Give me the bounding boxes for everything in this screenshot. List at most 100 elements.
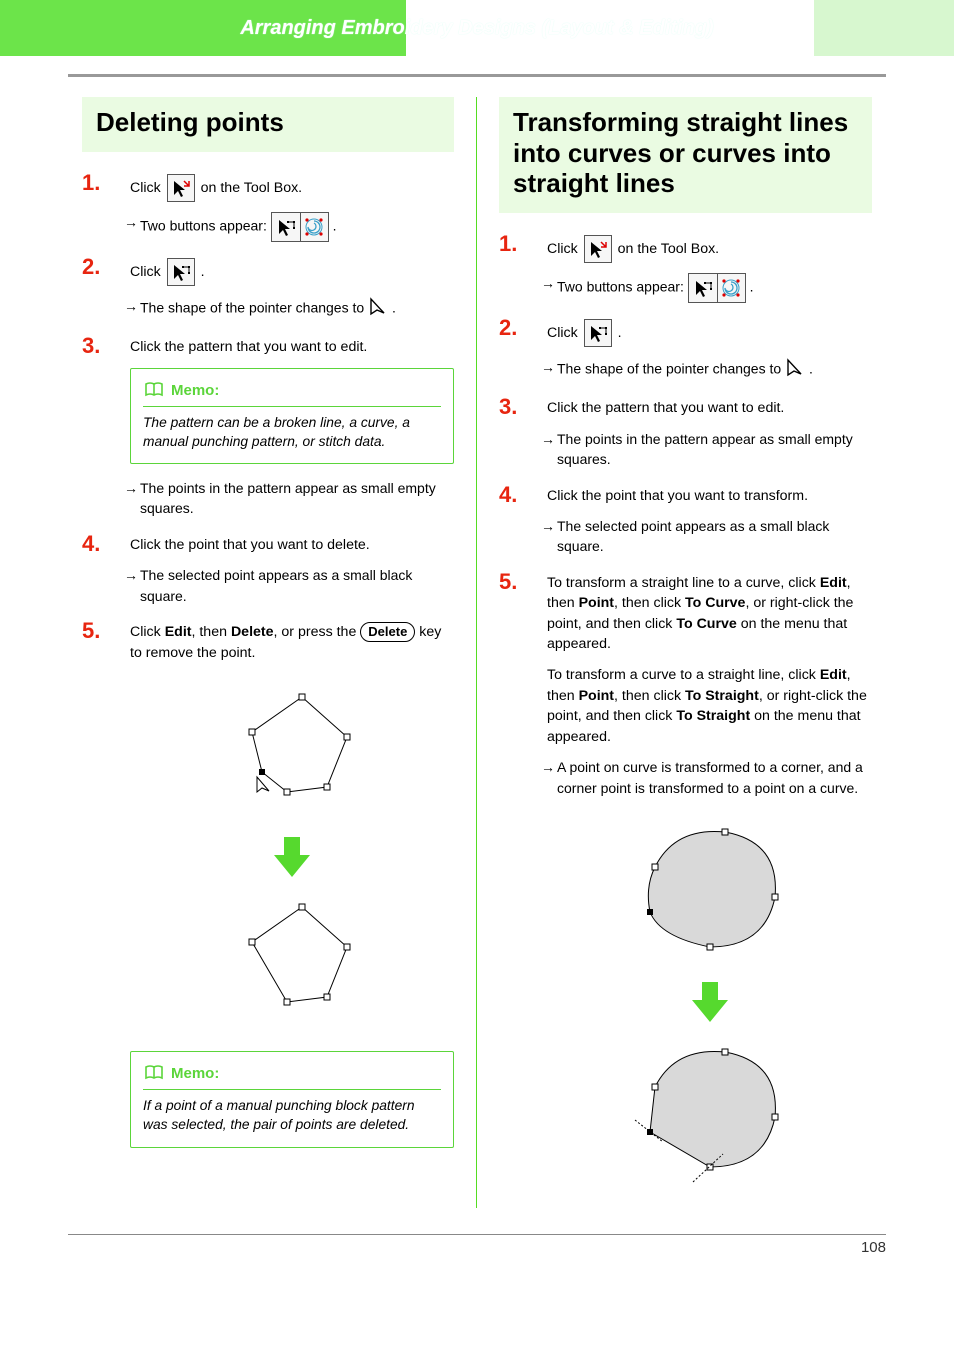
memo-body: If a point of a manual punching block pa… <box>143 1096 441 1135</box>
point-edit-icon <box>689 274 717 302</box>
step-number: 4. <box>499 482 517 508</box>
figure-delete-point <box>130 677 454 1037</box>
text: The selected point appears as a small bl… <box>130 565 454 606</box>
book-icon <box>143 1062 163 1085</box>
text-bold: Edit <box>165 624 192 640</box>
text: Click <box>547 325 582 341</box>
polygon-before-icon <box>207 677 377 827</box>
step-number: 2. <box>499 315 517 341</box>
text: . <box>201 263 205 279</box>
tool-buttons-pair <box>271 212 329 242</box>
section-heading: Transforming straight lines into curves … <box>499 97 872 213</box>
memo-label: Memo: <box>171 382 219 399</box>
header-accent-right <box>814 0 954 56</box>
text: To transform a curve to a straight line,… <box>547 667 820 683</box>
horizontal-rule <box>68 74 886 77</box>
point-edit-icon <box>167 258 195 286</box>
page-footer: 108 <box>68 1234 886 1256</box>
text: Two buttons appear: <box>557 279 688 295</box>
step-5: 5. To transform a straight line to a cur… <box>499 573 872 1192</box>
memo-body: The pattern can be a broken line, a curv… <box>143 413 441 452</box>
text: on the Tool Box. <box>618 241 720 257</box>
step-number: 3. <box>82 333 100 359</box>
text: The points in the pattern appear as smal… <box>130 478 454 519</box>
memo-box: Memo: If a point of a manual punching bl… <box>130 1051 454 1148</box>
step-number: 2. <box>82 254 100 280</box>
shape-straight-after-icon <box>615 1032 805 1192</box>
text: Click the pattern that you want to edit. <box>547 398 872 419</box>
text: The shape of the pointer changes to <box>557 360 785 376</box>
step-2: 2. Click . The shape of the pointer chan… <box>499 319 872 382</box>
down-arrow-icon <box>692 982 728 1022</box>
memo-box: Memo: The pattern can be a broken line, … <box>130 368 454 465</box>
text-bold: Edit <box>820 667 847 683</box>
text: . <box>809 360 813 376</box>
text-bold: To Straight <box>685 688 759 704</box>
text: Click the pattern that you want to edit. <box>130 337 454 358</box>
spiral-icon <box>717 274 745 302</box>
text-bold: Edit <box>820 575 847 591</box>
text-bold: Point <box>579 688 614 704</box>
step-5: 5. Click Edit, then Delete, or press the… <box>82 622 454 1148</box>
text-bold: Point <box>579 595 614 611</box>
triangle-cursor-icon <box>785 357 805 382</box>
text: A point on curve is transformed to a cor… <box>547 757 872 798</box>
step-number: 4. <box>82 531 100 557</box>
text-bold: Delete <box>231 624 274 640</box>
text: , or press the <box>274 624 361 640</box>
text: Click <box>547 241 582 257</box>
step-1: 1. Click on the Tool Box. Two buttons ap… <box>82 174 454 242</box>
step-3: 3. Click the pattern that you want to ed… <box>499 398 872 469</box>
text-bold: To Curve <box>685 595 745 611</box>
edit-point-tool-icon <box>584 235 612 263</box>
text: . <box>750 279 754 295</box>
step-3: 3. Click the pattern that you want to ed… <box>82 337 454 519</box>
heading-text: Transforming straight lines into curves … <box>513 107 858 199</box>
triangle-cursor-icon <box>368 296 388 321</box>
down-arrow-icon <box>274 837 310 877</box>
text: Click <box>130 263 165 279</box>
step-1: 1. Click on the Tool Box. Two buttons ap… <box>499 235 872 303</box>
page-body: Deleting points 1. Click on the Tool Box… <box>0 56 954 1266</box>
edit-point-tool-icon <box>167 174 195 202</box>
text: Two buttons appear: <box>140 217 271 233</box>
figure-transform-point <box>547 812 872 1192</box>
text: . <box>333 217 337 233</box>
text-bold: To Straight <box>676 708 750 724</box>
text: The shape of the pointer changes to <box>140 299 368 315</box>
shape-curve-before-icon <box>615 812 805 972</box>
text: , then click <box>614 688 685 704</box>
text: , then <box>191 624 230 640</box>
step-4: 4. Click the point that you want to tran… <box>499 486 872 557</box>
text: Click <box>130 624 165 640</box>
text: Click <box>130 179 165 195</box>
text-bold: To Curve <box>676 616 736 632</box>
text: on the Tool Box. <box>201 179 303 195</box>
text: Click the point that you want to transfo… <box>547 486 872 507</box>
page-number: 108 <box>861 1239 886 1256</box>
section-heading: Deleting points <box>82 97 454 152</box>
column-deleting-points: Deleting points 1. Click on the Tool Box… <box>68 97 477 1208</box>
step-4: 4. Click the point that you want to dele… <box>82 535 454 606</box>
column-transforming-lines: Transforming straight lines into curves … <box>477 97 886 1208</box>
polygon-after-icon <box>207 887 377 1037</box>
memo-label: Memo: <box>171 1065 219 1082</box>
delete-key-badge: Delete <box>360 622 415 642</box>
text: . <box>392 299 396 315</box>
header-title: Arranging Embroidery Designs (Layout & E… <box>240 17 713 40</box>
step-number: 3. <box>499 394 517 420</box>
text: Click the point that you want to delete. <box>130 535 454 556</box>
step-number: 5. <box>499 569 517 595</box>
step-number: 1. <box>499 231 517 257</box>
point-edit-icon <box>272 213 300 241</box>
book-icon <box>143 379 163 402</box>
text: To transform a straight line to a curve,… <box>547 575 820 591</box>
step-number: 1. <box>82 170 100 196</box>
step-2: 2. Click . The shape of the pointer chan… <box>82 258 454 321</box>
page-header: Arranging Embroidery Designs (Layout & E… <box>0 0 954 56</box>
text: The selected point appears as a small bl… <box>547 516 872 557</box>
point-edit-icon <box>584 319 612 347</box>
text: The points in the pattern appear as smal… <box>547 429 872 470</box>
text: , then click <box>614 595 685 611</box>
heading-text: Deleting points <box>96 107 440 138</box>
